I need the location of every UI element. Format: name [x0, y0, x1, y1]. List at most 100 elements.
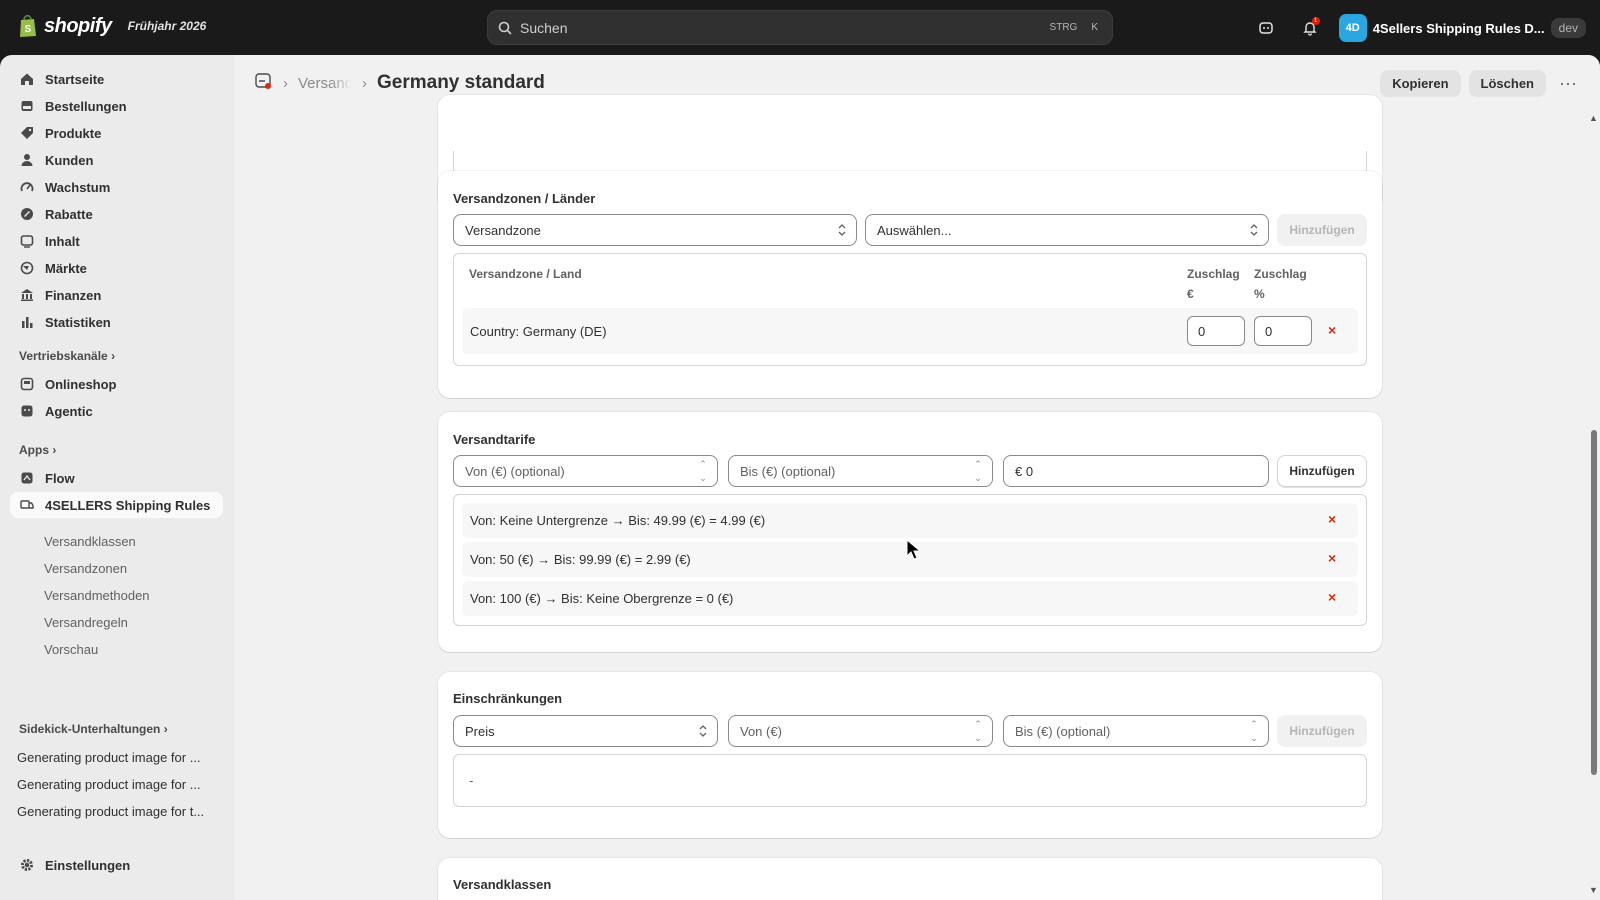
stepper-icon[interactable]: ⌃ ⌄: [1246, 719, 1262, 743]
shortcut-key-ctrl: STRG: [1049, 22, 1078, 33]
sidebar-item-rabatte[interactable]: Rabatte: [10, 201, 223, 227]
shopify-bag-icon: S: [20, 14, 36, 37]
restrictions-card: Einschränkungen Preis Von (€) ⌃ ⌄ Bis (€)…: [438, 672, 1382, 838]
subnav-versandmethoden[interactable]: Versandmethoden: [44, 588, 150, 603]
scrollbar-thumb[interactable]: [1591, 430, 1597, 775]
restriction-to-input[interactable]: Bis (€) (optional) ⌃ ⌄: [1003, 715, 1269, 747]
notification-badge: 1: [1311, 17, 1320, 25]
col-unit: €: [1187, 287, 1194, 301]
stepper-icon[interactable]: ⌃ ⌄: [970, 719, 986, 743]
restriction-from-input[interactable]: Von (€) ⌃ ⌄: [728, 715, 993, 747]
zone-type-select[interactable]: Versandzone: [453, 214, 857, 246]
sidebar-item-maerkte[interactable]: Märkte: [10, 255, 223, 281]
gauge-icon: [19, 179, 35, 195]
select-chevron-icon: [699, 725, 707, 737]
sidebar-item-label: Onlineshop: [45, 376, 117, 392]
subnav-versandzonen[interactable]: Versandzonen: [44, 561, 127, 576]
discount-icon: [19, 206, 35, 222]
stepper-icon[interactable]: ⌃ ⌄: [695, 459, 711, 483]
restrictions-add-button[interactable]: Hinzufügen: [1277, 715, 1367, 747]
sidebar-item-label: Startseite: [45, 71, 105, 87]
rate-row: Von: Keine Untergrenze → Bis: 49.99 (€) …: [462, 503, 1358, 538]
page-title: Germany standard: [377, 72, 545, 93]
search-input[interactable]: Suchen STRG K: [487, 10, 1113, 45]
svg-text:S: S: [25, 24, 32, 35]
sidekick-chat-item[interactable]: Generating product image for t...: [17, 804, 222, 819]
sidekick-chat-item[interactable]: Generating product image for ...: [17, 777, 222, 792]
sidekick-chat-item[interactable]: Generating product image for ...: [17, 750, 222, 765]
zones-table: Versandzone / Land Zuschlag € Zuschlag% C…: [453, 253, 1367, 366]
notifications-button[interactable]: 1: [1295, 13, 1325, 43]
restriction-from-placeholder: Von (€): [740, 723, 782, 739]
sidebar-item-flow[interactable]: Flow: [10, 465, 223, 491]
sidebar-item-wachstum[interactable]: Wachstum: [10, 174, 223, 200]
sidebar-item-startseite[interactable]: Startseite: [10, 66, 223, 92]
scroll-down-icon[interactable]: ▼: [1589, 885, 1598, 895]
top-bar: S shopify Frühjahr 2026 Suchen STRG K 1 …: [0, 0, 1600, 55]
rate-from-input[interactable]: Von (€) (optional) ⌃ ⌄: [453, 455, 718, 487]
sidebar-item-label: Inhalt: [45, 233, 80, 249]
content-icon: [19, 233, 35, 249]
remove-rate-button[interactable]: ×: [1328, 550, 1336, 566]
sidebar-item-statistiken[interactable]: Statistiken: [10, 309, 223, 335]
restriction-to-placeholder: Bis (€) (optional): [1015, 723, 1111, 739]
shortcut-key-k: K: [1091, 22, 1098, 33]
zones-heading: Versandzonen / Länder: [453, 191, 596, 206]
sidebar-item-bestellungen[interactable]: Bestellungen: [10, 93, 223, 119]
apps-header[interactable]: Apps ›: [19, 443, 56, 457]
scroll-up-icon[interactable]: ▲: [1589, 113, 1598, 123]
zones-add-button[interactable]: Hinzufügen: [1277, 214, 1367, 246]
restriction-type-select[interactable]: Preis: [453, 715, 718, 747]
orders-icon: [19, 98, 35, 114]
remove-rate-button[interactable]: ×: [1328, 511, 1336, 527]
sidebar-item-4sellers-shipping-rules[interactable]: 4SELLERS Shipping Rules: [10, 492, 223, 518]
surcharge-pct-input[interactable]: 0: [1254, 316, 1312, 346]
subnav-vorschau[interactable]: Vorschau: [44, 642, 98, 657]
apps-label: Apps: [19, 443, 49, 457]
mouse-cursor-icon: [906, 539, 922, 560]
sidebar-item-inhalt[interactable]: Inhalt: [10, 228, 223, 254]
rates-card: Versandtarife Von (€) (optional) ⌃ ⌄ Bis …: [438, 412, 1382, 652]
rate-row: Von: 100 (€) → Bis: Keine Obergrenze = 0…: [462, 581, 1358, 616]
edition-label[interactable]: Frühjahr 2026: [128, 19, 207, 33]
sidekick-button[interactable]: [1251, 13, 1281, 43]
shopify-wordmark: shopify: [44, 14, 112, 37]
sidekick-header[interactable]: Sidekick-Unterhaltungen ›: [19, 722, 168, 736]
col-label: Zuschlag: [1187, 267, 1240, 281]
app-icon-breadcrumb[interactable]: [255, 72, 273, 94]
sidebar-item-finanzen[interactable]: Finanzen: [10, 282, 223, 308]
sidebar-item-onlineshop[interactable]: Onlineshop: [10, 371, 223, 397]
breadcrumb: › Versand › Germany standard: [255, 72, 545, 94]
breadcrumb-parent[interactable]: Versand: [298, 75, 352, 92]
more-actions-button[interactable]: ···: [1554, 70, 1582, 97]
stepper-icon[interactable]: ⌃ ⌄: [970, 459, 986, 483]
sales-channels-header[interactable]: Vertriebskanäle ›: [19, 349, 115, 363]
remove-zone-button[interactable]: ×: [1328, 322, 1336, 338]
person-icon: [19, 152, 35, 168]
zones-col-surcharge-pct: Zuschlag%: [1254, 264, 1307, 304]
remove-rate-button[interactable]: ×: [1328, 589, 1336, 605]
main-content: › Versand › Germany standard Kopieren Lö…: [235, 55, 1600, 900]
restrictions-heading: Einschränkungen: [453, 691, 563, 706]
store-avatar: 4D: [1338, 14, 1367, 42]
zone-value-select[interactable]: Auswählen...: [865, 214, 1269, 246]
delete-button[interactable]: Löschen: [1468, 70, 1546, 97]
classes-card: Versandklassen: [438, 858, 1382, 900]
sidebar-item-produkte[interactable]: Produkte: [10, 120, 223, 146]
sidebar-item-label: Flow: [45, 470, 75, 486]
rate-price-input[interactable]: € 0: [1003, 455, 1269, 487]
sidebar-item-label: Märkte: [45, 260, 87, 276]
sidebar-item-kunden[interactable]: Kunden: [10, 147, 223, 173]
subnav-versandklassen[interactable]: Versandklassen: [44, 534, 136, 549]
page-scrollbar[interactable]: ▲ ▼: [1588, 55, 1600, 900]
zones-col-zone: Versandzone / Land: [469, 267, 582, 281]
shopify-logo[interactable]: S shopify Frühjahr 2026: [18, 14, 206, 38]
sidebar-item-agentic[interactable]: Agentic: [10, 398, 223, 424]
copy-button[interactable]: Kopieren: [1380, 70, 1461, 97]
sidebar-item-einstellungen[interactable]: Einstellungen: [10, 852, 223, 878]
rate-to-input[interactable]: Bis (€) (optional) ⌃ ⌄: [728, 455, 993, 487]
rates-add-button[interactable]: Hinzufügen: [1277, 455, 1367, 487]
store-switcher[interactable]: 4D 4Sellers Shipping Rules D... dev: [1338, 14, 1586, 42]
subnav-versandregeln[interactable]: Versandregeln: [44, 615, 128, 630]
surcharge-eur-input[interactable]: 0: [1187, 316, 1245, 346]
